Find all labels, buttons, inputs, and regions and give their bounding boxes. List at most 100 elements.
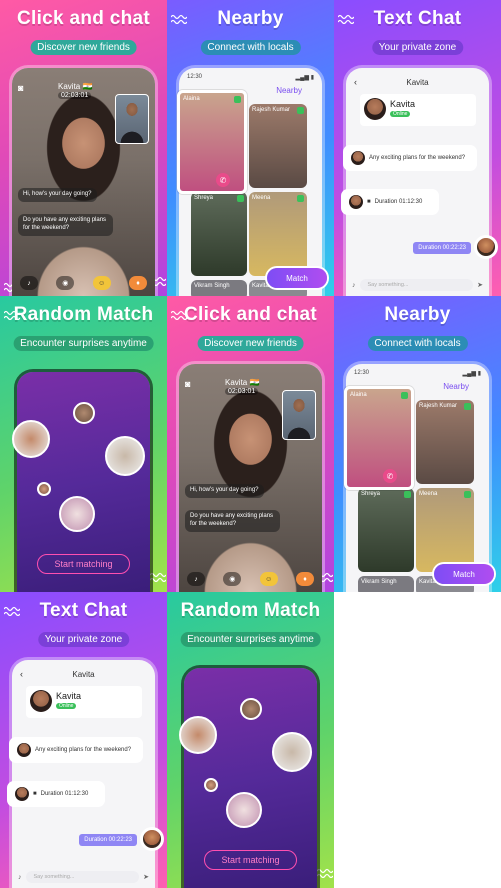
mic-icon[interactable]: ♪ [18,874,22,881]
profile-card[interactable]: Vikram Singh [191,280,247,296]
online-badge: Online [390,111,411,117]
profile-header: Kavita Online [26,686,142,718]
chat-bubble: Do you have any exciting plans for the w… [185,510,280,532]
avatar [351,151,365,165]
wave-decoration [4,310,20,320]
call-controls: ♪ ◉ ☺ ♦ [20,276,147,290]
wave-decoration [4,606,20,616]
promo-text-chat: MLAN Text Chat Your private zone ‹ Kavit… [334,0,501,296]
profile-card-featured[interactable]: Alaina ✆ [344,386,414,490]
my-avatar [143,830,161,848]
match-avatar[interactable] [12,420,50,458]
signal-icon: ▂▄▆ ▮ [462,371,481,377]
promo-subtitle: Encounter surprises anytime [13,336,154,351]
chat-bubble: Hi, how's your day going? [18,188,97,202]
phone-mockup: ‹ Kavita Kavita Online ♪ Say something..… [346,68,489,296]
phone-mockup: ◙ Kavita 🇮🇳 02:03:01 Hi, how's your day … [12,68,155,296]
promo-click-and-chat: MLAN Click and chat Discover new friends… [167,296,334,592]
profile-card[interactable]: Shreya [358,488,414,572]
self-preview [115,94,149,144]
profile-card[interactable]: Meena [416,488,474,572]
phone-mockup: Start matching [17,372,150,592]
my-avatar [477,238,495,256]
wave-decoration [338,14,354,24]
chat-title: Kavita [406,78,429,87]
self-preview [282,390,316,440]
match-avatar[interactable] [105,436,145,476]
match-avatar[interactable] [73,402,95,424]
gift-icon[interactable]: ♦ [128,276,147,290]
start-matching-button[interactable]: Start matching [204,850,297,870]
profile-card-featured[interactable]: Alaina ✆ [177,90,247,194]
avatar[interactable] [364,98,386,120]
promo-subtitle: Connect with locals [367,336,468,351]
message-input[interactable]: Say something... [25,871,140,883]
mic-icon[interactable]: ♪ [20,276,38,290]
promo-title: Text Chat [39,600,128,621]
avatar[interactable] [30,690,52,712]
promo-random-match: MLAN Random Match Encounter surprises an… [167,592,334,888]
phone-icon: ✆ [216,173,230,187]
promo-subtitle: Encounter surprises anytime [180,632,321,647]
emoji-icon[interactable]: ☺ [259,572,278,586]
online-badge: Online [56,703,77,709]
caller-name: Kavita 🇮🇳 [58,82,93,91]
chat-input-bar: ♪ Say something... ➤ [18,870,149,884]
promo-subtitle: Connect with locals [200,40,301,55]
match-button[interactable]: Match [267,268,327,288]
match-avatar[interactable] [204,778,218,792]
phone-mockup: ◙ Kavita 🇮🇳 02:03:01 Hi, how's your day … [179,364,322,592]
nearby-header: Nearby [276,86,302,95]
wave-decoration [171,310,187,320]
match-avatar[interactable] [226,792,262,828]
call-record: ■ Duration 01:12:30 [10,784,102,804]
caller-name: Kavita 🇮🇳 [225,378,260,387]
start-matching-button[interactable]: Start matching [37,554,130,574]
message-received: Any exciting plans for the weekend? [12,740,140,760]
call-controls: ♪ ◉ ☺ ♦ [187,572,314,586]
camera-switch-icon[interactable]: ◉ [56,276,75,290]
wave-decoration [317,868,333,878]
mic-icon[interactable]: ♪ [187,572,205,586]
match-avatar[interactable] [240,698,262,720]
profile-card[interactable]: Shreya [191,192,247,276]
status-time: 12:30 [354,370,370,376]
camera-icon[interactable]: ◙ [185,379,190,389]
phone-mockup: Start matching [184,668,317,888]
promo-subtitle: Discover new friends [30,40,137,55]
phone-mockup: ‹ Kavita Kavita Online ♪ Say something..… [12,660,155,888]
mic-icon[interactable]: ♪ [352,282,356,289]
call-timer: 02:03:01 [58,92,92,99]
profile-card[interactable]: Rajesh Kumar [416,400,474,484]
promo-nearby: MLAN Nearby Connect with locals 12:30 ▂▄… [167,0,334,296]
chat-bubble: Hi, how's your day going? [185,484,264,498]
match-avatar[interactable] [272,732,312,772]
send-icon[interactable]: ➤ [477,281,483,289]
match-avatar[interactable] [59,496,95,532]
camera-icon[interactable]: ◙ [18,83,23,93]
match-avatar[interactable] [179,716,217,754]
message-received: Any exciting plans for the weekend? [346,148,474,168]
chat-input-bar: ♪ Say something... ➤ [352,278,483,292]
match-avatar[interactable] [37,482,51,496]
promo-title: Click and chat [183,304,318,325]
promo-text-chat: MLAN Text Chat Your private zone ‹ Kavit… [0,592,167,888]
avatar [349,195,363,209]
promo-subtitle: Your private zone [371,40,464,55]
call-record-sent: Duration 00:22:23 [413,242,471,254]
emoji-icon[interactable]: ☺ [92,276,111,290]
camera-switch-icon[interactable]: ◉ [223,572,242,586]
call-timer: 02:03:01 [225,388,259,395]
promo-title: Click and chat [16,8,151,29]
profile-card[interactable]: Rajesh Kumar [249,104,307,188]
signal-icon: ▂▄▆ ▮ [295,75,314,81]
profile-card[interactable]: Vikram Singh [358,576,414,592]
profile-card[interactable]: Meena [249,192,307,276]
message-input[interactable]: Say something... [359,279,474,291]
send-icon[interactable]: ➤ [143,873,149,881]
gift-icon[interactable]: ♦ [295,572,314,586]
avatar [15,787,29,801]
match-button[interactable]: Match [434,564,494,584]
chat-bubble: Do you have any exciting plans for the w… [18,214,113,236]
profile-name: Kavita [56,691,82,701]
